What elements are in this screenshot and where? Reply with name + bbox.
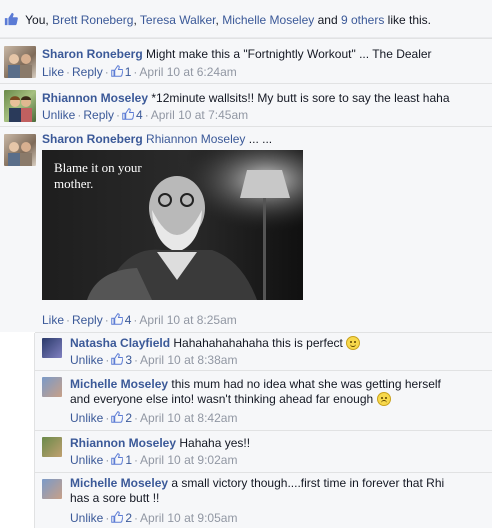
timestamp[interactable]: April 10 at 8:25am — [139, 313, 236, 327]
reply-author[interactable]: Rhiannon Moseley — [70, 436, 176, 450]
comment-author[interactable]: Rhiannon Moseley — [42, 91, 148, 105]
timestamp[interactable]: April 10 at 8:42am — [140, 411, 237, 425]
reply-button[interactable]: Reply — [72, 313, 103, 327]
reply-text: and everyone else into! wasn't thinking … — [70, 392, 374, 406]
sad-emoji-icon — [376, 392, 391, 406]
likes-and: and — [317, 13, 338, 27]
comment-text: Might make this a "Fortnightly Workout" … — [146, 47, 432, 61]
reply-button[interactable]: Reply — [72, 65, 103, 79]
unlike-button[interactable]: Unlike — [42, 108, 75, 122]
reply: Michelle Moseley this mum had no idea wh… — [35, 370, 492, 430]
reply-text: a small victory though....first time in … — [171, 476, 445, 490]
comment: Sharon Roneberg Might make this a "Fortn… — [0, 38, 492, 83]
unlike-button[interactable]: Unlike — [70, 353, 103, 367]
comment-photo[interactable]: Blame it on your mother. — [42, 150, 303, 300]
timestamp[interactable]: April 10 at 7:45am — [151, 108, 248, 122]
reply-button[interactable]: Reply — [83, 108, 114, 122]
liker-link[interactable]: Brett Roneberg — [52, 13, 133, 27]
timestamp[interactable]: April 10 at 6:24am — [139, 65, 236, 79]
avatar[interactable] — [42, 479, 62, 499]
reply: Rhiannon Moseley Hahaha yes!! Unlike · 1 · A… — [35, 430, 492, 472]
photo-caption: Blame it on your mother. — [54, 160, 142, 191]
reply: Michelle Moseley a small victory though.… — [35, 472, 492, 528]
unlike-button[interactable]: Unlike — [70, 453, 103, 467]
thumbs-up-icon[interactable] — [110, 313, 123, 325]
reply-text: Hahaha yes!! — [179, 436, 251, 450]
timestamp[interactable]: April 10 at 8:38am — [140, 353, 237, 367]
liker-link[interactable]: Teresa Walker — [140, 13, 216, 27]
avatar[interactable] — [4, 46, 36, 78]
thumbs-up-icon[interactable] — [111, 353, 124, 365]
thumbs-up-icon[interactable] — [111, 511, 124, 523]
liker-link[interactable]: Michelle Moseley — [222, 13, 314, 27]
avatar[interactable] — [42, 338, 62, 358]
likes-suffix: like this. — [387, 13, 432, 27]
thumbs-up-icon[interactable] — [110, 65, 123, 77]
reply-author[interactable]: Michelle Moseley — [70, 377, 168, 391]
likes-summary: You, Brett Roneberg, Teresa Walker, Mich… — [0, 0, 492, 38]
timestamp[interactable]: April 10 at 9:02am — [140, 453, 237, 467]
avatar[interactable] — [4, 134, 36, 166]
comment-text: ... ... — [248, 132, 273, 146]
avatar[interactable] — [4, 90, 36, 122]
avatar[interactable] — [42, 377, 62, 397]
comment-author[interactable]: Sharon Roneberg — [42, 132, 143, 146]
unlike-button[interactable]: Unlike — [70, 511, 103, 525]
likes-prefix: You, — [25, 13, 49, 27]
reply: Natasha Clayfield Hahahahahahaha this is… — [35, 332, 492, 370]
thumbs-up-icon[interactable] — [111, 411, 124, 423]
unlike-button[interactable]: Unlike — [70, 411, 103, 425]
thumbs-up-icon[interactable] — [122, 108, 135, 120]
avatar[interactable] — [42, 437, 62, 457]
like-count[interactable]: 4 — [136, 108, 143, 122]
reply-text: has a sore butt !! — [70, 491, 160, 505]
thumbs-up-icon — [4, 12, 18, 26]
others-link[interactable]: 9 others — [341, 13, 384, 27]
like-button[interactable]: Like — [42, 65, 64, 79]
reply-author[interactable]: Natasha Clayfield — [70, 336, 170, 350]
tagged-user[interactable]: Rhiannon Moseley — [146, 132, 245, 146]
comment-text: *12minute wallsits!! My butt is sore to … — [151, 91, 450, 105]
timestamp[interactable]: April 10 at 9:05am — [140, 511, 237, 525]
comment: Rhiannon Moseley *12minute wallsits!! My… — [0, 83, 492, 126]
reply-author[interactable]: Michelle Moseley — [70, 476, 168, 490]
reply-text: this mum had no idea what she was gettin… — [171, 377, 441, 391]
thumbs-up-icon[interactable] — [111, 453, 124, 465]
reply-text: Hahahahahahaha this is perfect — [173, 336, 343, 350]
comment-author[interactable]: Sharon Roneberg — [42, 47, 143, 61]
like-button[interactable]: Like — [42, 313, 64, 327]
smile-emoji-icon — [346, 336, 361, 350]
